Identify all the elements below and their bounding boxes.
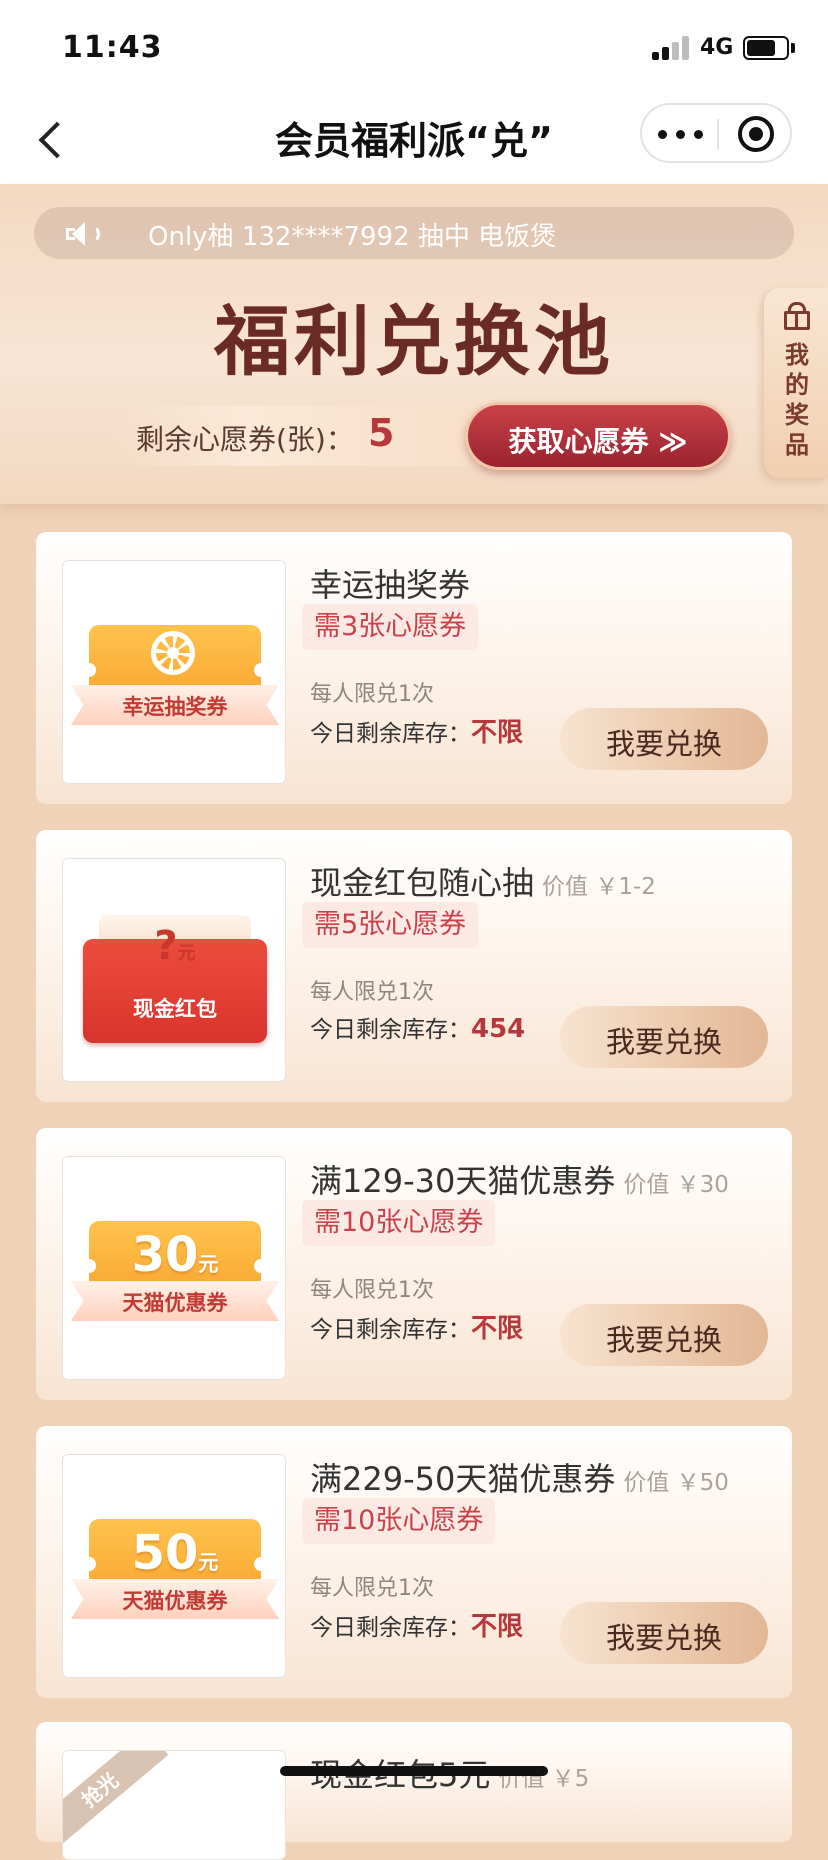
stock-value: 不限 — [471, 1612, 524, 1642]
close-target-icon[interactable] — [736, 114, 776, 154]
thumb-label: 天猫优惠券 — [122, 1291, 228, 1315]
thumb-label: 天猫优惠券 — [122, 1589, 228, 1613]
stock-value: 不限 — [471, 1314, 524, 1344]
hero-section: Only柚 132****7992 抽中 电饭煲 福利兑换池 剩余心愿券(张)：… — [0, 184, 828, 504]
stock-text: 今日剩余库存：不限 — [310, 1314, 524, 1344]
exchange-card: 50元 天猫优惠券 满229-50天猫优惠券 价值 ￥50 需10张心愿券 每人限… — [36, 1426, 792, 1698]
exchange-card-partial: 抢光 现金红包5元价值 ￥5 — [36, 1722, 792, 1860]
network-type: 4G — [700, 35, 734, 60]
get-voucher-button[interactable]: 获取心愿券 ≫ — [465, 402, 731, 470]
battery-cap — [791, 43, 795, 53]
battery-icon — [743, 36, 789, 60]
voucher-label: 剩余心愿券(张)： — [136, 423, 354, 456]
exchange-card: 幸运抽奖券 幸运抽奖券 需3张心愿券 每人限兑1次 今日剩余库存：不限 我要兑换 — [36, 532, 792, 804]
exchange-card: ?元 现金红包 现金红包随心抽 价值 ￥1-2 需5张心愿券 每人限兑1次 今日剩… — [36, 830, 792, 1102]
thumb-label: 现金红包 — [133, 997, 217, 1021]
my-prizes-label: 我的奖品 — [785, 341, 809, 459]
get-voucher-label: 获取心愿券 ≫ — [508, 425, 688, 458]
red-envelope-icon — [63, 859, 285, 1081]
status-time: 11:43 — [62, 30, 163, 65]
requirement-tag: 需10张心愿券 — [302, 1498, 496, 1544]
stock-text: 今日剩余库存：不限 — [310, 718, 524, 748]
item-value: 价值 ￥1-2 — [542, 874, 656, 900]
mini-program-capsule — [640, 103, 792, 163]
thumb-amount: 30元 — [131, 1227, 219, 1283]
redeem-button[interactable]: 我要兑换 — [560, 1602, 768, 1664]
requirement-tag: 需10张心愿券 — [302, 1200, 496, 1246]
speaker-icon — [66, 221, 106, 247]
nav-bar: 会员福利派“兑” — [0, 96, 828, 184]
stock-text: 今日剩余库存：454 — [310, 1014, 526, 1044]
item-name: 幸运抽奖券 — [310, 566, 471, 604]
page-title: 会员福利派“兑” — [275, 119, 553, 163]
more-icon[interactable] — [652, 111, 710, 155]
thumb-label: 幸运抽奖券 — [122, 695, 228, 719]
stock-value: 454 — [471, 1014, 526, 1044]
broadcast-text: Only柚 132****7992 抽中 电饭煲 — [148, 222, 557, 252]
redeem-button[interactable]: 我要兑换 — [560, 1304, 768, 1366]
exchange-card: 30元 天猫优惠券 满129-30天猫优惠券 价值 ￥30 需10张心愿券 每人限… — [36, 1128, 792, 1400]
item-name: 满129-30天猫优惠券 价值 ￥30 — [310, 1162, 729, 1200]
stock-value: 不限 — [471, 718, 524, 748]
limit-text: 每人限兑1次 — [310, 682, 434, 707]
requirement-tag: 需5张心愿券 — [302, 902, 479, 948]
home-indicator — [280, 1766, 548, 1776]
thumb-amount: 50元 — [131, 1525, 219, 1581]
capsule-divider — [717, 119, 719, 149]
redeem-button[interactable]: 我要兑换 — [560, 1006, 768, 1068]
hero-title: 福利兑换池 — [214, 297, 614, 386]
broadcast-bar: Only柚 132****7992 抽中 电饭煲 — [34, 207, 794, 259]
item-thumbnail: 幸运抽奖券 — [62, 560, 286, 784]
chevron-left-icon — [38, 121, 76, 159]
gift-icon — [783, 302, 811, 330]
item-value: 价值 ￥30 — [623, 1172, 729, 1198]
limit-text: 每人限兑1次 — [310, 1576, 434, 1601]
signal-icon — [652, 36, 692, 60]
redeem-button[interactable]: 我要兑换 — [560, 708, 768, 770]
item-thumbnail: 30元 天猫优惠券 — [62, 1156, 286, 1380]
lucky-ticket-icon — [63, 561, 285, 783]
voucher-count: 5 — [368, 411, 395, 455]
item-thumbnail: 抢光 — [62, 1750, 286, 1860]
item-name: 现金红包随心抽 价值 ￥1-2 — [310, 864, 656, 902]
item-name: 满229-50天猫优惠券 价值 ￥50 — [310, 1460, 729, 1498]
my-prizes-tab[interactable]: 我的奖品 — [764, 288, 828, 478]
sold-out-badge: 抢光 — [63, 1751, 169, 1852]
status-bar: 11:43 4G — [0, 0, 828, 96]
thumb-amount: ?元 — [154, 923, 196, 969]
limit-text: 每人限兑1次 — [310, 1278, 434, 1303]
item-thumbnail: ?元 现金红包 — [62, 858, 286, 1082]
stock-text: 今日剩余库存：不限 — [310, 1612, 524, 1642]
requirement-tag: 需3张心愿券 — [302, 604, 479, 650]
limit-text: 每人限兑1次 — [310, 980, 434, 1005]
item-thumbnail: 50元 天猫优惠券 — [62, 1454, 286, 1678]
item-value: 价值 ￥50 — [623, 1470, 729, 1496]
back-button[interactable] — [22, 108, 86, 172]
